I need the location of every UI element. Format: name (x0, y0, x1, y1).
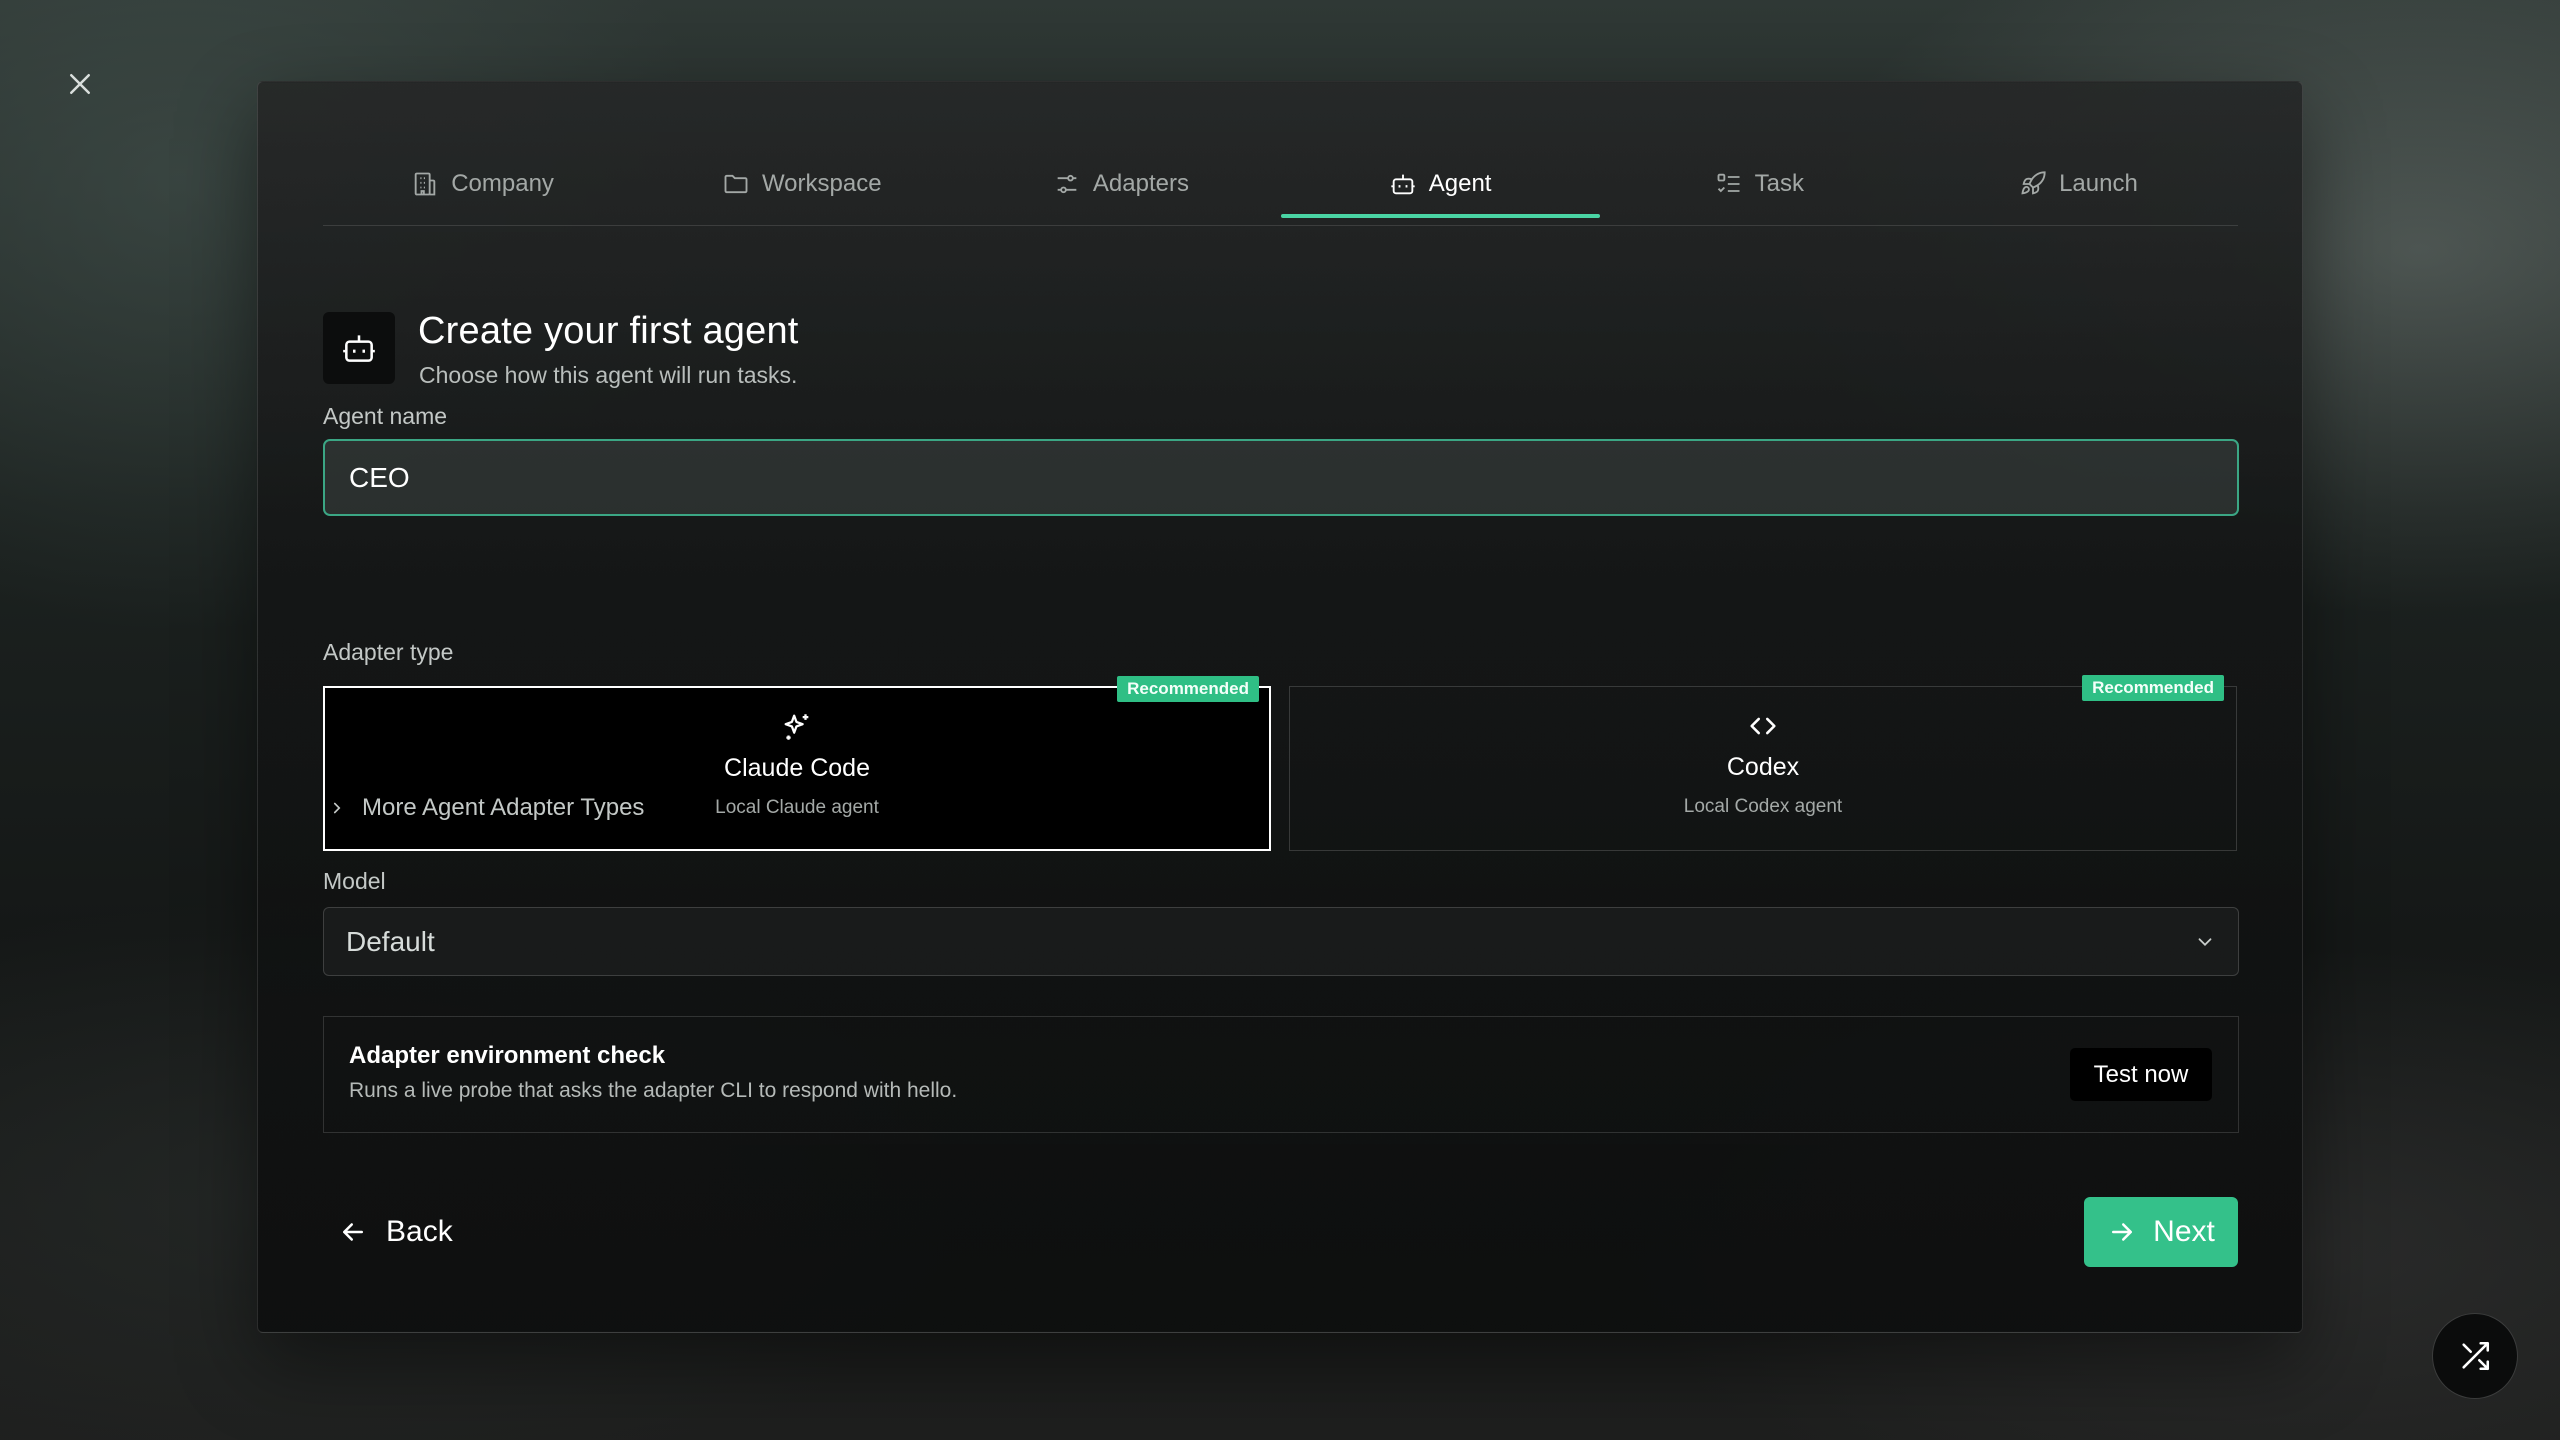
arrow-left-icon (343, 1223, 363, 1241)
list-checks-icon (1717, 173, 1740, 192)
arrow-right-icon (2112, 1223, 2133, 1241)
adapter-card-codex[interactable]: Recommended Codex Local Codex agent (1289, 675, 2237, 851)
tab-agent[interactable]: Agent (1280, 142, 1600, 225)
model-label: Model (323, 868, 386, 894)
model-selected-value: Default (346, 925, 435, 957)
tab-label: Agent (1428, 169, 1492, 197)
adapter-card-claude-code[interactable]: Recommended Claude Code Local Claude age… (323, 676, 1271, 851)
agent-name-label: Agent name (323, 403, 448, 429)
chevron-down-icon (2198, 937, 2212, 946)
next-button[interactable]: Next (2084, 1197, 2238, 1267)
adapter-subtitle: Local Claude agent (715, 797, 879, 818)
sliders-icon (1057, 174, 1077, 193)
tab-task[interactable]: Task (1600, 142, 1919, 225)
env-check-description: Runs a live probe that asks the adapter … (349, 1079, 958, 1102)
recommended-badge: Recommended (2082, 675, 2224, 701)
bot-icon (1391, 174, 1415, 194)
agent-name-input[interactable] (323, 439, 2239, 516)
code-icon (1750, 717, 1776, 735)
bot-icon (343, 335, 375, 362)
back-label: Back (386, 1215, 453, 1248)
tab-launch[interactable]: Launch (1919, 142, 2238, 225)
chevron-right-icon (333, 802, 341, 814)
tab-label: Company (451, 169, 554, 197)
shuffle-background-button[interactable] (2432, 1313, 2518, 1399)
wizard-tabs: Company Workspace Adapters Agent Task La… (323, 142, 2238, 226)
tab-label: Workspace (761, 169, 882, 197)
tab-company[interactable]: Company (323, 142, 642, 225)
recommended-badge: Recommended (1117, 676, 1259, 702)
adapter-type-label: Adapter type (323, 639, 454, 665)
tab-label: Task (1754, 169, 1804, 197)
more-types-label: More Agent Adapter Types (362, 794, 645, 821)
tab-adapters[interactable]: Adapters (961, 142, 1280, 225)
tab-label: Adapters (1092, 169, 1189, 197)
adapter-environment-check: Adapter environment check Runs a live pr… (323, 1016, 2239, 1133)
agent-header-icon (323, 312, 395, 384)
onboarding-dialog: Company Workspace Adapters Agent Task La… (257, 81, 2303, 1333)
page-title: Create your first agent (418, 310, 799, 352)
more-adapter-types-toggle[interactable]: More Agent Adapter Types (328, 794, 644, 822)
sparkles-icon (784, 714, 809, 740)
rocket-icon (2021, 170, 2046, 194)
folder-icon (724, 174, 748, 193)
tab-label: Launch (2059, 169, 2138, 197)
adapter-title: Claude Code (724, 754, 870, 782)
back-button[interactable]: Back (338, 1204, 453, 1260)
close-icon[interactable] (58, 62, 102, 106)
adapter-subtitle: Local Codex agent (1683, 796, 1843, 817)
test-now-button[interactable]: Test now (2070, 1048, 2212, 1101)
tab-workspace[interactable]: Workspace (642, 142, 961, 225)
next-label: Next (2153, 1215, 2215, 1248)
shuffle-icon (2462, 1341, 2490, 1371)
env-check-title: Adapter environment check (349, 1042, 666, 1069)
page-subtitle: Choose how this agent will run tasks. (419, 362, 798, 388)
model-select[interactable]: Default (323, 907, 2239, 976)
building-icon (414, 172, 436, 195)
adapter-title: Codex (1726, 753, 1800, 781)
